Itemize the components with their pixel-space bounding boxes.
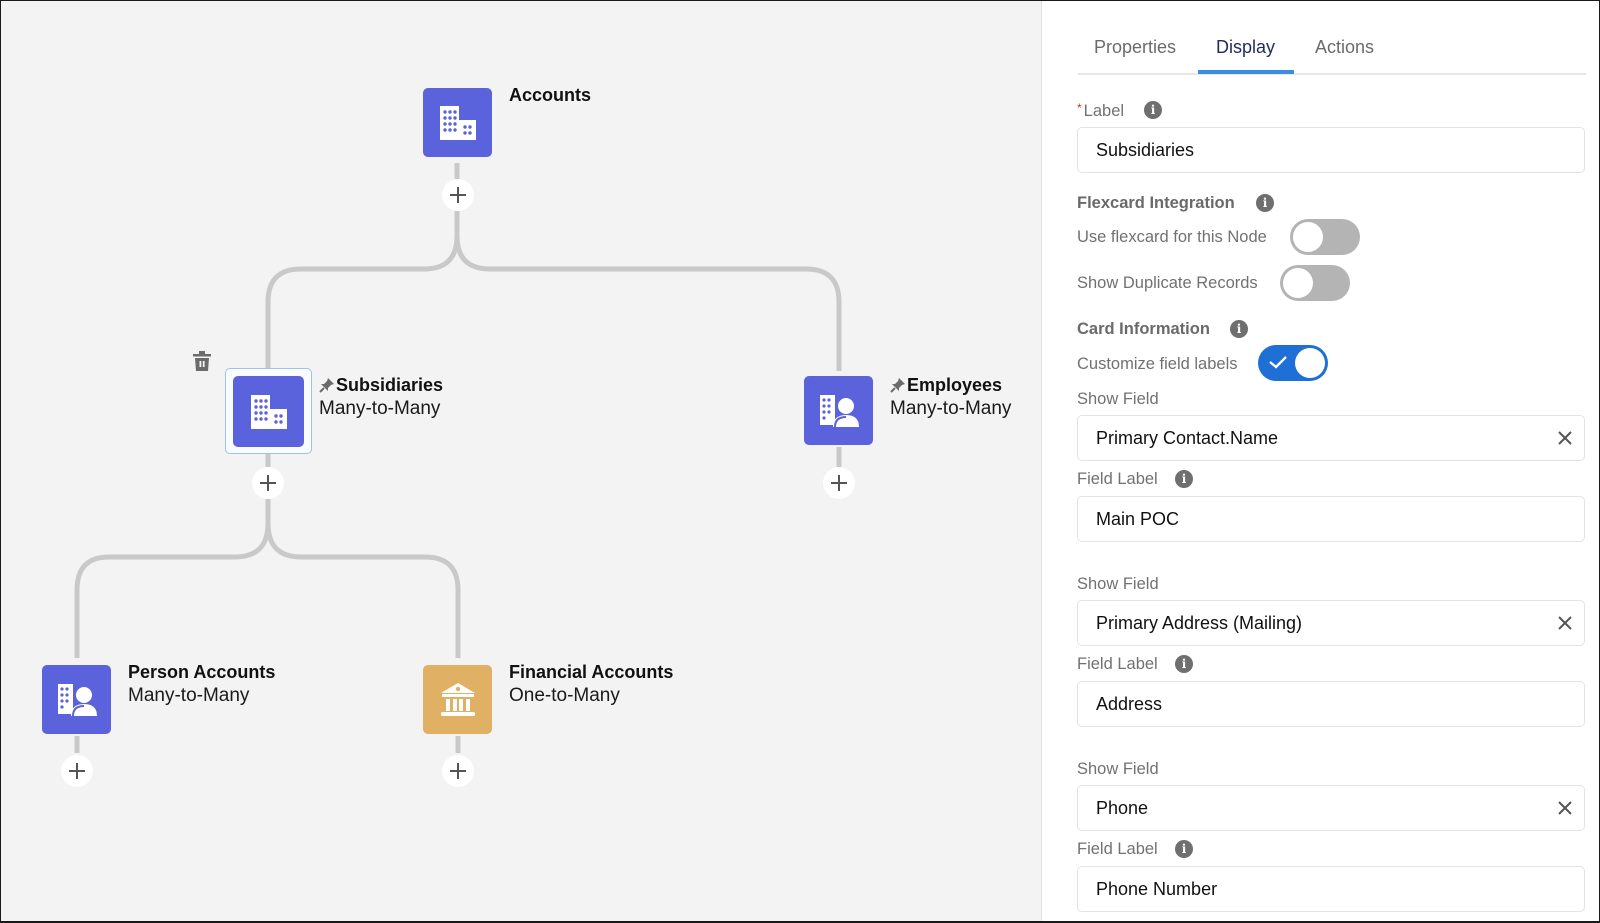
show-field-input[interactable]: Primary Address (Mailing) bbox=[1077, 600, 1585, 646]
node-relationship: Many-to-Many bbox=[128, 685, 250, 706]
bank-icon bbox=[440, 682, 475, 716]
add-child-button[interactable] bbox=[823, 467, 855, 499]
show-duplicates-toggle[interactable] bbox=[1280, 265, 1350, 301]
node-settings-panel: Properties Display Actions * Label i Subs… bbox=[1041, 1, 1599, 921]
field-label-input[interactable]: Phone Number bbox=[1077, 866, 1585, 912]
node-relationship: One-to-Many bbox=[509, 685, 620, 706]
label-input[interactable]: Subsidiaries bbox=[1077, 127, 1585, 173]
person-account-icon bbox=[819, 394, 859, 427]
tab-properties[interactable]: Properties bbox=[1094, 37, 1176, 58]
node-title-row: Subsidiaries bbox=[319, 375, 443, 396]
info-icon[interactable]: i bbox=[1144, 101, 1162, 119]
node-tile[interactable] bbox=[423, 665, 492, 734]
info-icon[interactable]: i bbox=[1175, 655, 1193, 673]
field-label-value: Main POC bbox=[1096, 508, 1180, 529]
plus-icon bbox=[450, 763, 466, 779]
node-title: Accounts bbox=[509, 85, 592, 105]
node-title: Person Accounts bbox=[128, 662, 276, 682]
info-icon[interactable]: i bbox=[1175, 840, 1193, 858]
node-title-row: Employees bbox=[890, 375, 1002, 396]
show-field-label: Show Field bbox=[1077, 575, 1159, 593]
show-field-input[interactable]: Phone bbox=[1077, 785, 1585, 831]
connector bbox=[265, 522, 461, 658]
building-icon bbox=[250, 394, 287, 429]
show-field-value: Phone bbox=[1096, 797, 1149, 818]
plus-icon bbox=[260, 475, 276, 491]
building-icon bbox=[439, 105, 476, 140]
info-icon[interactable]: i bbox=[1230, 320, 1248, 338]
field-label-value: Phone Number bbox=[1096, 878, 1218, 899]
person-account-icon bbox=[57, 683, 97, 716]
clear-icon[interactable] bbox=[1554, 797, 1576, 819]
field-label-label: Field Label bbox=[1077, 470, 1158, 488]
node-title: Financial Accounts bbox=[509, 662, 674, 682]
field-label-value: Address bbox=[1096, 693, 1163, 714]
tab-actions[interactable]: Actions bbox=[1315, 37, 1374, 58]
add-child-button[interactable] bbox=[442, 179, 474, 211]
add-child-button[interactable] bbox=[442, 755, 474, 787]
add-child-button[interactable] bbox=[61, 755, 93, 787]
plus-icon bbox=[450, 187, 466, 203]
connector bbox=[454, 235, 842, 371]
active-tab-indicator bbox=[1198, 70, 1294, 74]
label-field-label: * Label bbox=[1077, 101, 1124, 121]
add-child-button[interactable] bbox=[252, 467, 284, 499]
show-field-value: Primary Address (Mailing) bbox=[1096, 612, 1303, 633]
toggle-knob bbox=[1283, 268, 1313, 298]
panel-tabs: Properties Display Actions bbox=[1078, 1, 1586, 75]
node-tile[interactable] bbox=[42, 665, 111, 734]
hierarchy-canvas[interactable]: Accounts Subsidiaries Many-to-Many Emplo… bbox=[1, 1, 1041, 921]
connector bbox=[265, 211, 460, 369]
check-icon bbox=[1269, 356, 1287, 369]
use-flexcard-toggle[interactable] bbox=[1290, 219, 1360, 255]
info-icon[interactable]: i bbox=[1175, 470, 1193, 488]
show-duplicates-label: Show Duplicate Records bbox=[1077, 274, 1258, 292]
show-field-input[interactable]: Primary Contact.Name bbox=[1077, 415, 1585, 461]
field-label-input[interactable]: Main POC bbox=[1077, 496, 1585, 542]
node-title: Employees bbox=[907, 375, 1003, 395]
tab-display[interactable]: Display bbox=[1216, 37, 1275, 58]
customize-labels-label: Customize field labels bbox=[1077, 355, 1238, 373]
node-relationship: Many-to-Many bbox=[319, 398, 441, 419]
toggle-knob bbox=[1295, 348, 1325, 378]
pin-icon bbox=[319, 378, 334, 393]
clear-icon[interactable] bbox=[1554, 427, 1576, 449]
clear-icon[interactable] bbox=[1554, 612, 1576, 634]
flexcard-heading: Flexcard Integration bbox=[1077, 194, 1235, 212]
connector-lines bbox=[74, 163, 842, 753]
card-information-heading: Card Information bbox=[1077, 320, 1210, 338]
label-text: Label bbox=[1083, 102, 1125, 120]
field-label-input[interactable]: Address bbox=[1077, 681, 1585, 727]
node-tile[interactable] bbox=[423, 88, 492, 157]
required-marker: * bbox=[1077, 101, 1082, 115]
connector bbox=[74, 499, 271, 658]
node-tile[interactable] bbox=[804, 376, 873, 445]
show-field-value: Primary Contact.Name bbox=[1096, 427, 1279, 448]
node-tile[interactable] bbox=[233, 376, 304, 447]
info-icon[interactable]: i bbox=[1256, 194, 1274, 212]
label-input-value: Subsidiaries bbox=[1096, 139, 1195, 160]
show-field-label: Show Field bbox=[1077, 390, 1159, 408]
pin-icon bbox=[890, 378, 905, 393]
node-title: Subsidiaries bbox=[336, 375, 444, 395]
app-frame: Accounts Subsidiaries Many-to-Many Emplo… bbox=[1, 1, 1599, 921]
trash-icon[interactable] bbox=[192, 350, 212, 372]
field-label-label: Field Label bbox=[1077, 655, 1158, 673]
plus-icon bbox=[831, 475, 847, 491]
customize-labels-toggle[interactable] bbox=[1258, 345, 1328, 381]
field-label-label: Field Label bbox=[1077, 840, 1158, 858]
use-flexcard-label: Use flexcard for this Node bbox=[1077, 228, 1267, 246]
plus-icon bbox=[69, 763, 85, 779]
toggle-knob bbox=[1293, 222, 1323, 252]
node-relationship: Many-to-Many bbox=[890, 398, 1012, 419]
show-field-label: Show Field bbox=[1077, 760, 1159, 778]
